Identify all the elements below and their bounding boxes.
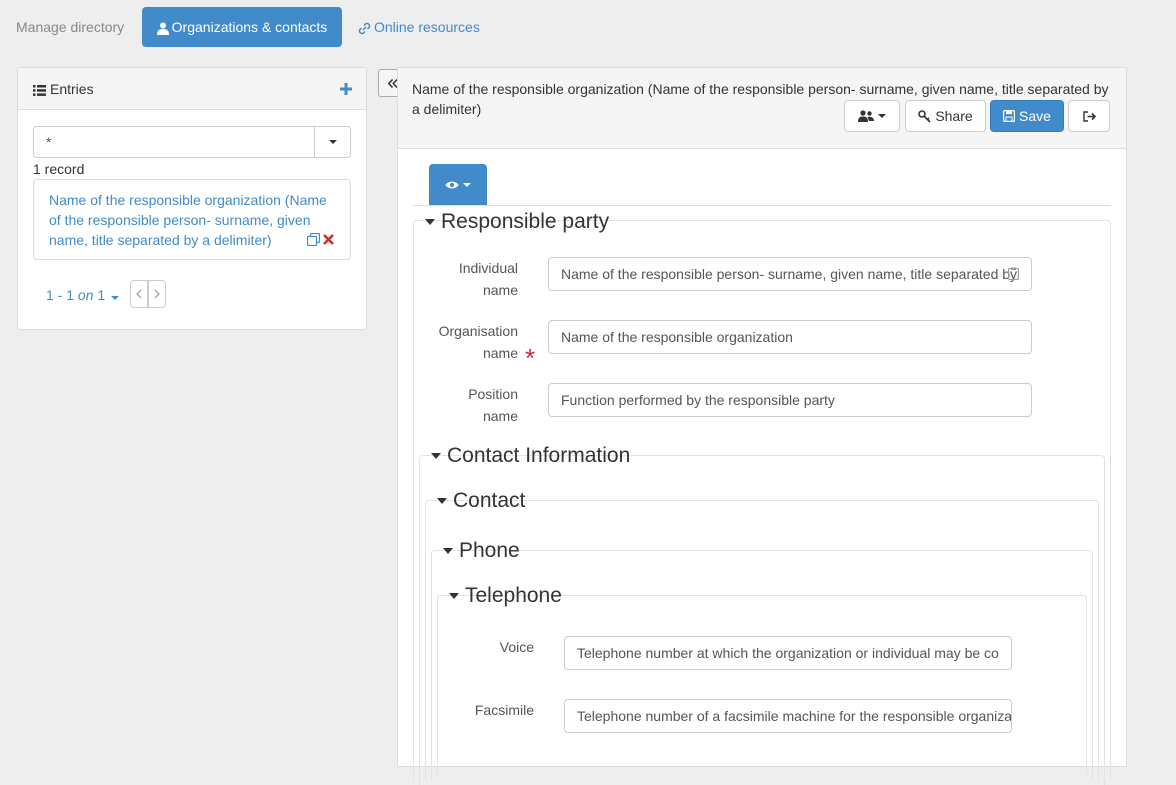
entries-panel: Entries 1 record Name of the responsible… bbox=[17, 67, 367, 330]
exit-button[interactable] bbox=[1068, 100, 1110, 132]
user-icon bbox=[156, 22, 169, 35]
section-telephone[interactable]: Telephone bbox=[449, 584, 562, 608]
pager-total: 1 bbox=[97, 287, 106, 303]
nav-organizations-label: Organizations & contacts bbox=[171, 19, 328, 35]
chevron-left-icon bbox=[136, 289, 142, 299]
delete-icon[interactable] bbox=[323, 234, 334, 245]
section-contact-label: Contact bbox=[453, 489, 526, 512]
organisation-name-label: Organisation name bbox=[418, 320, 518, 364]
facsimile-label: Facsimile bbox=[474, 702, 534, 718]
result-link[interactable]: Name of the responsible organization (Na… bbox=[49, 190, 339, 250]
floppy-icon bbox=[1003, 110, 1016, 122]
section-contact-information[interactable]: Contact Information bbox=[431, 444, 630, 468]
section-responsible-party-label: Responsible party bbox=[441, 210, 610, 233]
position-name-label-line1: Position bbox=[468, 386, 518, 402]
tab-bar bbox=[413, 205, 1111, 206]
view-mode-tab[interactable] bbox=[429, 164, 487, 206]
clipboard-icon[interactable] bbox=[1008, 267, 1019, 280]
caret-down-icon bbox=[425, 219, 435, 225]
caret-down-icon bbox=[878, 114, 886, 118]
position-name-value: Function performed by the responsible pa… bbox=[561, 392, 835, 408]
search-group bbox=[33, 126, 351, 158]
section-responsible-party[interactable]: Responsible party bbox=[425, 210, 609, 234]
nav-manage-directory[interactable]: Manage directory bbox=[16, 7, 124, 47]
list-icon bbox=[33, 84, 46, 96]
individual-name-value: Name of the responsible person- surname,… bbox=[561, 266, 1018, 282]
individual-name-label: Individual name bbox=[438, 257, 518, 301]
share-button[interactable]: Share bbox=[905, 100, 986, 132]
nav-online-label: Online resources bbox=[374, 19, 480, 35]
individual-name-label-line2: name bbox=[482, 282, 518, 298]
entries-title: Entries bbox=[33, 81, 94, 97]
save-button[interactable]: Save bbox=[990, 100, 1064, 132]
organisation-name-label-line1: Organisation bbox=[438, 323, 518, 339]
search-options-dropdown[interactable] bbox=[314, 126, 351, 158]
facsimile-value: Telephone number of a facsimile machine … bbox=[577, 708, 1012, 724]
copy-icon[interactable] bbox=[307, 233, 320, 246]
plus-icon bbox=[340, 83, 352, 96]
eye-icon bbox=[445, 180, 459, 190]
organisation-name-value: Name of the responsible organization bbox=[561, 329, 793, 345]
caret-down-icon bbox=[463, 183, 471, 187]
section-phone-label: Phone bbox=[459, 539, 520, 562]
top-nav: Manage directory Organizations & contact… bbox=[0, 0, 1176, 54]
caret-down-icon bbox=[449, 593, 459, 599]
add-entry-button[interactable] bbox=[340, 80, 352, 96]
caret-down-icon bbox=[111, 296, 120, 300]
section-contact[interactable]: Contact bbox=[437, 489, 525, 513]
voice-value: Telephone number at which the organizati… bbox=[577, 645, 999, 661]
voice-label: Voice bbox=[499, 639, 534, 655]
section-telephone-label: Telephone bbox=[465, 584, 562, 607]
associated-users-dropdown[interactable] bbox=[844, 100, 900, 132]
individual-name-label-line1: Individual bbox=[458, 260, 518, 276]
caret-down-icon bbox=[443, 548, 453, 554]
save-label: Save bbox=[1019, 108, 1051, 124]
chevron-down-icon bbox=[328, 140, 337, 144]
editor-panel: Name of the responsible organization (Na… bbox=[397, 67, 1127, 785]
caret-down-icon bbox=[431, 453, 441, 459]
users-icon bbox=[858, 110, 874, 122]
share-label: Share bbox=[935, 108, 973, 124]
position-name-label: Position name bbox=[438, 383, 518, 427]
chevron-right-icon bbox=[154, 289, 160, 299]
section-contact-information-label: Contact Information bbox=[447, 444, 631, 467]
next-page-button[interactable] bbox=[148, 280, 166, 308]
required-asterisk-icon: * bbox=[525, 343, 536, 373]
voice-input[interactable]: Telephone number at which the organizati… bbox=[564, 636, 1012, 670]
organisation-name-label-line2: name bbox=[482, 345, 518, 361]
entries-title-label: Entries bbox=[50, 81, 94, 97]
pager-on: on bbox=[77, 287, 94, 303]
pager-range: 1 - 1 bbox=[46, 287, 75, 303]
record-count: 1 record bbox=[33, 161, 85, 177]
facsimile-input[interactable]: Telephone number of a facsimile machine … bbox=[564, 699, 1012, 733]
organisation-name-input[interactable]: Name of the responsible organization bbox=[548, 320, 1032, 354]
search-input[interactable] bbox=[33, 126, 315, 158]
telephone-box bbox=[437, 595, 1087, 775]
nav-online-resources[interactable]: Online resources bbox=[358, 7, 480, 47]
individual-name-input[interactable]: Name of the responsible person- surname,… bbox=[548, 257, 1032, 291]
position-name-label-line2: name bbox=[482, 408, 518, 424]
entries-panel-header: Entries bbox=[18, 68, 366, 110]
position-name-input[interactable]: Function performed by the responsible pa… bbox=[548, 383, 1032, 417]
nav-organizations-contacts[interactable]: Organizations & contacts bbox=[142, 7, 342, 47]
editor-header: Name of the responsible organization (Na… bbox=[398, 68, 1126, 149]
key-icon bbox=[918, 109, 931, 123]
sign-out-icon bbox=[1082, 110, 1096, 122]
list-item: Name of the responsible organization (Na… bbox=[33, 179, 351, 260]
pager-dropdown[interactable]: 1 - 1 on 1 bbox=[46, 287, 120, 303]
caret-down-icon bbox=[437, 498, 447, 504]
section-phone[interactable]: Phone bbox=[443, 539, 520, 563]
previous-page-button[interactable] bbox=[130, 280, 148, 308]
link-icon bbox=[358, 22, 371, 35]
double-chevron-left-icon bbox=[387, 78, 398, 88]
